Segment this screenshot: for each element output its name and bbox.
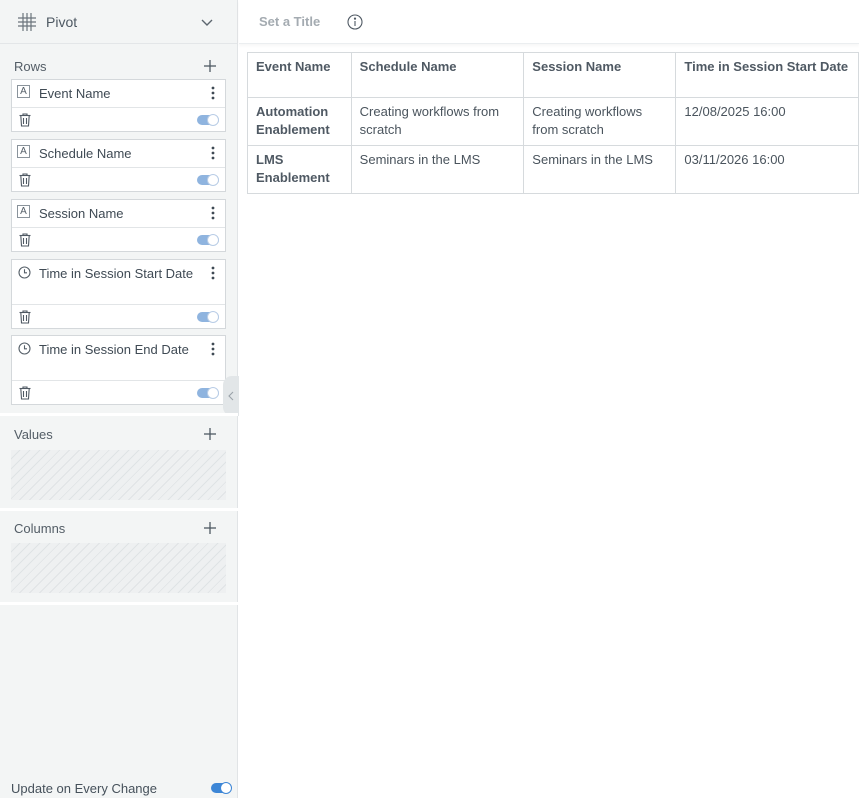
clock-icon — [17, 341, 31, 355]
field-name: Schedule Name — [39, 146, 132, 161]
update-on-change-label: Update on Every Change — [11, 780, 157, 796]
title-input[interactable]: Set a Title — [259, 14, 320, 29]
more-options-icon[interactable] — [207, 265, 219, 281]
table-cell: Automation Enablement — [247, 97, 352, 146]
column-header[interactable]: Event Name — [247, 52, 352, 98]
table-cell: Seminars in the LMS — [350, 145, 525, 194]
trash-icon[interactable] — [19, 113, 31, 127]
rows-section-title: Rows — [14, 58, 47, 74]
row-field-card[interactable]: Time in Session End Date — [11, 335, 226, 405]
field-visibility-toggle[interactable] — [197, 311, 219, 323]
column-header[interactable]: Schedule Name — [350, 52, 525, 98]
visualization-type-label: Pivot — [46, 13, 78, 30]
chevron-down-icon[interactable] — [200, 15, 214, 29]
values-drop-zone[interactable] — [11, 450, 226, 500]
section-divider — [0, 602, 238, 605]
table-cell: Creating workflows from scratch — [523, 97, 677, 146]
field-name: Session Name — [39, 206, 124, 221]
field-visibility-toggle[interactable] — [197, 114, 219, 126]
more-options-icon[interactable] — [207, 145, 219, 161]
title-bar: Set a Title — [239, 0, 859, 44]
config-panel: Pivot Rows A Event Name A Schedule Name — [0, 0, 239, 798]
column-header[interactable]: Time in Session Start Date — [675, 52, 859, 98]
info-icon[interactable] — [347, 13, 363, 30]
trash-icon[interactable] — [19, 310, 31, 324]
table-row: Automation Enablement Creating workflows… — [247, 97, 859, 146]
trash-icon[interactable] — [19, 386, 31, 400]
columns-drop-zone[interactable] — [11, 543, 226, 593]
table-row: LMS Enablement Seminars in the LMS Semin… — [247, 145, 859, 194]
add-value-plus-icon[interactable] — [204, 428, 216, 440]
row-field-card[interactable]: A Schedule Name — [11, 139, 226, 192]
pivot-table: Event Name Schedule Name Session Name Ti… — [247, 52, 859, 194]
field-name: Time in Session Start Date — [39, 266, 194, 281]
field-visibility-toggle[interactable] — [197, 234, 219, 246]
table-cell: 03/11/2026 16:00 — [675, 145, 859, 194]
values-section-title: Values — [14, 426, 53, 442]
trash-icon[interactable] — [19, 173, 31, 187]
row-field-card[interactable]: A Event Name — [11, 79, 226, 132]
columns-section: Columns — [0, 518, 238, 538]
clock-icon — [17, 265, 31, 279]
columns-section-title: Columns — [14, 520, 66, 536]
more-options-icon[interactable] — [207, 341, 219, 357]
text-type-icon: A — [17, 205, 30, 218]
field-name: Time in Session End Date — [39, 342, 189, 357]
column-header[interactable]: Session Name — [523, 52, 677, 98]
more-options-icon[interactable] — [207, 205, 219, 221]
field-name: Event Name — [39, 86, 111, 101]
field-visibility-toggle[interactable] — [197, 174, 219, 186]
table-cell: LMS Enablement — [247, 145, 352, 194]
text-type-icon: A — [17, 145, 30, 158]
update-on-change-row: Update on Every Change — [11, 779, 232, 797]
section-divider — [0, 508, 238, 511]
chevron-left-icon — [228, 389, 234, 404]
row-field-card[interactable]: A Session Name — [11, 199, 226, 252]
table-cell: 12/08/2025 16:00 — [675, 97, 859, 146]
table-cell: Seminars in the LMS — [523, 145, 677, 194]
text-type-icon: A — [17, 85, 30, 98]
add-column-plus-icon[interactable] — [204, 522, 216, 534]
row-field-card[interactable]: Time in Session Start Date — [11, 259, 226, 329]
table-cell: Creating workflows from scratch — [350, 97, 525, 146]
field-visibility-toggle[interactable] — [197, 387, 219, 399]
grid-icon — [17, 12, 37, 32]
add-row-plus-icon[interactable] — [204, 60, 216, 72]
pivot-table-viewport: Event Name Schedule Name Session Name Ti… — [239, 45, 859, 245]
update-on-change-toggle[interactable] — [211, 782, 232, 794]
collapse-panel-handle[interactable] — [223, 376, 239, 416]
table-header-row: Event Name Schedule Name Session Name Ti… — [247, 52, 859, 98]
values-section: Values — [0, 424, 238, 444]
visualization-type-selector[interactable]: Pivot — [0, 0, 237, 44]
section-divider — [0, 413, 238, 416]
trash-icon[interactable] — [19, 233, 31, 247]
more-options-icon[interactable] — [207, 85, 219, 101]
